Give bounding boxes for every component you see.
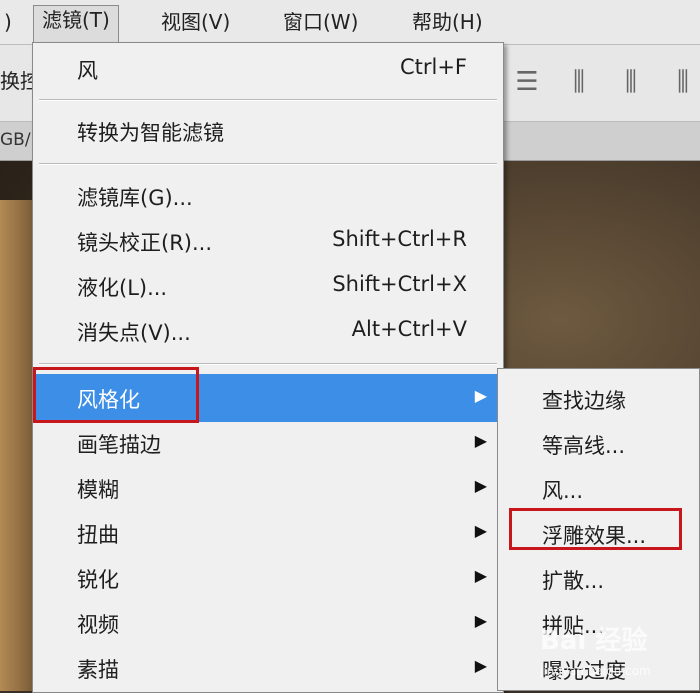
watermark-text: Bai 经验 xyxy=(540,626,648,656)
menu-item-sketch[interactable]: 素描 ▶ xyxy=(33,648,503,690)
watermark: Bai 经验 jingyan.baidu.com xyxy=(540,620,690,686)
submenu-arrow-icon: ▶ xyxy=(474,386,487,405)
menu-item-label: 镜头校正(R)... xyxy=(77,231,213,255)
submenu-item-wind[interactable]: 风... xyxy=(498,465,700,509)
menu-window[interactable]: 窗口(W) xyxy=(275,8,366,36)
submenu-arrow-icon: ▶ xyxy=(474,431,487,450)
menu-item-label: 锐化 xyxy=(77,568,119,592)
submenu-arrow-icon: ▶ xyxy=(474,611,487,630)
callout-box-stylize xyxy=(33,367,199,423)
submenu-item-label: 风... xyxy=(542,479,584,503)
menu-item-last-filter[interactable]: 风 Ctrl+F xyxy=(33,49,503,91)
menu-separator xyxy=(39,363,497,365)
menu-item-label: 消失点(V)... xyxy=(77,321,191,345)
menu-item-lens-correction[interactable]: 镜头校正(R)... Shift+Ctrl+R xyxy=(33,221,503,263)
submenu-item-label: 扩散... xyxy=(542,569,605,593)
menu-item-shortcut: Shift+Ctrl+R xyxy=(332,227,467,251)
menu-item-brush-strokes[interactable]: 画笔描边 ▶ xyxy=(33,423,503,465)
menu-item-video[interactable]: 视频 ▶ xyxy=(33,603,503,645)
menu-item-label: 液化(L)... xyxy=(77,276,168,300)
submenu-arrow-icon: ▶ xyxy=(474,476,487,495)
watermark-sub: jingyan.baidu.com xyxy=(540,664,651,678)
submenu-item-label: 等高线... xyxy=(542,434,626,458)
submenu-item-diffuse[interactable]: 扩散... xyxy=(498,555,700,599)
submenu-arrow-icon: ▶ xyxy=(474,656,487,675)
menu-item-filter-gallery[interactable]: 滤镜库(G)... xyxy=(33,176,503,218)
menu-separator xyxy=(39,163,497,165)
menu-item-label: 滤镜库(G)... xyxy=(77,186,193,210)
menu-help[interactable]: 帮助(H) xyxy=(404,8,491,36)
menu-item-vanishing-point[interactable]: 消失点(V)... Alt+Ctrl+V xyxy=(33,311,503,353)
menubar: ) 滤镜(T) 视图(V) 窗口(W) 帮助(H) xyxy=(0,0,700,45)
callout-box-emboss xyxy=(509,508,682,550)
document-tab[interactable]: GB/ xyxy=(0,130,31,150)
distribute-right-icon[interactable]: ⫼ xyxy=(664,63,700,101)
submenu-item-contour[interactable]: 等高线... xyxy=(498,420,700,464)
submenu-item-find-edges[interactable]: 查找边缘 xyxy=(498,375,700,419)
menu-item-shortcut: Ctrl+F xyxy=(399,55,467,79)
align-icons-group: ☰ ⫼ ⫼ ⫼ xyxy=(508,63,700,103)
menu-item-label: 模糊 xyxy=(77,478,119,502)
menu-item-label: 转换为智能滤镜 xyxy=(77,121,224,145)
align-bottom-icon[interactable]: ☰ xyxy=(508,63,546,101)
menu-item-convert-smart-filter[interactable]: 转换为智能滤镜 xyxy=(33,111,503,153)
menu-item-label: 风 xyxy=(77,59,98,83)
submenu-item-label: 查找边缘 xyxy=(542,389,626,413)
menu-item-label: 画笔描边 xyxy=(77,433,161,457)
menu-item-liquify[interactable]: 液化(L)... Shift+Ctrl+X xyxy=(33,266,503,308)
menu-item-distort[interactable]: 扭曲 ▶ xyxy=(33,513,503,555)
submenu-arrow-icon: ▶ xyxy=(474,521,487,540)
menu-filter[interactable]: 滤镜(T) xyxy=(33,5,119,45)
menu-item-shortcut: Alt+Ctrl+V xyxy=(351,317,467,341)
menu-item-sharpen[interactable]: 锐化 ▶ xyxy=(33,558,503,600)
menu-item-label: 素描 xyxy=(77,658,119,682)
menu-item-shortcut: Shift+Ctrl+X xyxy=(332,272,467,296)
menu-item-label: 视频 xyxy=(77,613,119,637)
menu-item-truncated[interactable]: ) xyxy=(0,8,20,36)
menu-view[interactable]: 视图(V) xyxy=(153,8,238,36)
distribute-center-icon[interactable]: ⫼ xyxy=(612,63,650,101)
menu-item-label: 扭曲 xyxy=(77,523,119,547)
menu-separator xyxy=(39,99,497,101)
menu-item-blur[interactable]: 模糊 ▶ xyxy=(33,468,503,510)
distribute-left-icon[interactable]: ⫼ xyxy=(560,63,598,101)
submenu-arrow-icon: ▶ xyxy=(474,566,487,585)
